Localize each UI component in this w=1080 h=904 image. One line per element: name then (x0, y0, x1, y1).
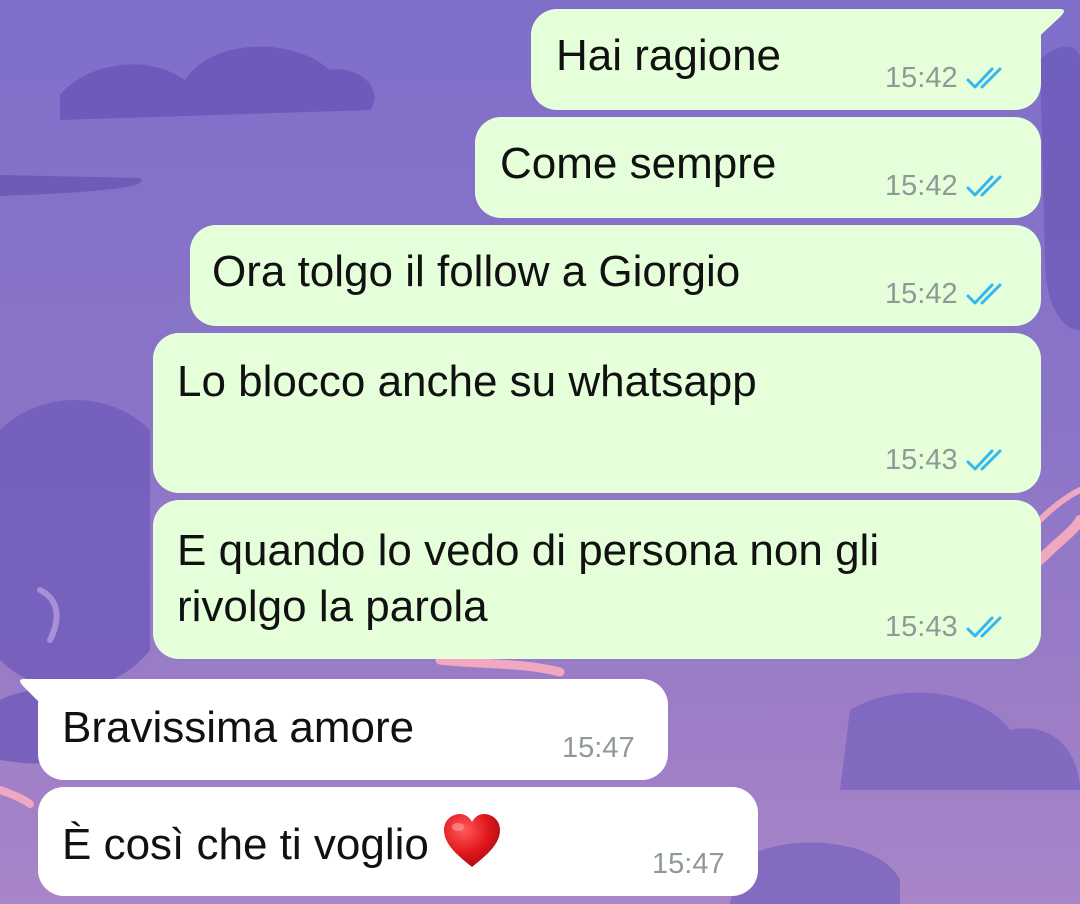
message-time: 15:43 (885, 444, 958, 476)
read-double-check-icon (966, 67, 1002, 89)
red-heart-emoji (443, 814, 500, 867)
message-bubble-incoming[interactable]: È così che ti voglio 15:47 (38, 787, 758, 896)
message-time: 15:47 (652, 848, 725, 880)
cloud-shape (60, 46, 375, 120)
cloud-shape (0, 175, 142, 196)
message-text-wrapper: È così che ti voglio (62, 813, 501, 872)
message-bubble-incoming[interactable]: Bravissima amore 15:47 (38, 679, 668, 780)
message-time: 15:42 (885, 170, 958, 202)
message-text: Lo blocco anche su whatsapp (177, 357, 757, 406)
message-meta: 15:43 (885, 445, 1008, 475)
message-time: 15:43 (885, 611, 958, 643)
message-bubble-outgoing[interactable]: E quando lo vedo di persona non gli rivo… (153, 500, 1041, 659)
message-time: 15:42 (885, 278, 958, 310)
read-double-check-icon (966, 449, 1002, 471)
message-meta: 15:43 (885, 612, 1008, 642)
read-double-check-icon (966, 616, 1002, 638)
message-text: Come sempre (500, 139, 777, 188)
message-meta: 15:42 (885, 63, 1008, 93)
cloud-shape (1040, 46, 1080, 330)
message-text: Ora tolgo il follow a Giorgio (212, 247, 741, 296)
read-double-check-icon (966, 175, 1002, 197)
message-time: 15:47 (562, 732, 635, 764)
message-bubble-outgoing[interactable]: Ora tolgo il follow a Giorgio 15:42 (190, 225, 1041, 326)
message-text: È così che ti voglio (62, 820, 429, 869)
streamer-shape (0, 786, 34, 808)
message-bubble-outgoing[interactable]: Hai ragione 15:42 (531, 9, 1041, 110)
message-meta: 15:42 (885, 171, 1008, 201)
message-time: 15:42 (885, 62, 958, 94)
streamer-shape (435, 655, 565, 677)
streamer-shape (1037, 487, 1080, 523)
message-text: Hai ragione (556, 31, 782, 80)
message-meta: 15:47 (562, 733, 635, 763)
message-text-line: rivolgo la parola (177, 582, 488, 631)
message-meta: 15:42 (885, 279, 1008, 309)
message-bubble-outgoing[interactable]: Come sempre 15:42 (475, 117, 1041, 218)
streamer-shape (1035, 515, 1080, 565)
read-double-check-icon (966, 283, 1002, 305)
message-meta: 15:47 (652, 849, 725, 879)
message-text-line: E quando lo vedo di persona non gli (177, 526, 880, 575)
message-bubble-outgoing[interactable]: Lo blocco anche su whatsapp 15:43 (153, 333, 1041, 493)
message-text: Bravissima amore (62, 703, 415, 752)
cloud-shape (730, 692, 1080, 904)
